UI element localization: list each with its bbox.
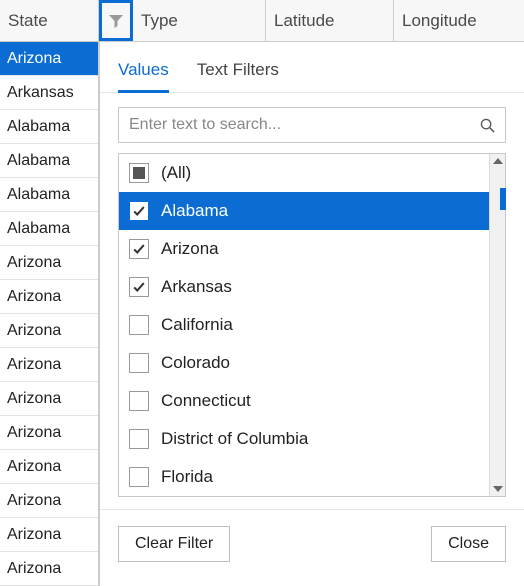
filter-tabs: Values Text Filters (100, 42, 524, 93)
table-row[interactable]: Arizona (0, 484, 98, 518)
table-row[interactable]: Arizona (0, 552, 98, 586)
filter-item[interactable]: Florida (119, 458, 489, 496)
checkbox[interactable] (129, 467, 149, 487)
table-row[interactable]: Arizona (0, 246, 98, 280)
filter-list: (All) Alabama Arizona Arkansas California Col… (118, 153, 506, 497)
filter-item[interactable]: Alabama (119, 192, 489, 230)
checkbox[interactable] (129, 277, 149, 297)
column-header-state[interactable]: State (0, 0, 99, 41)
filter-item-label: Colorado (161, 353, 230, 373)
table-row[interactable]: Alabama (0, 212, 98, 246)
filter-item-label: Arkansas (161, 277, 232, 297)
filter-item[interactable]: Arizona (119, 230, 489, 268)
close-button[interactable]: Close (431, 526, 506, 562)
filter-button[interactable] (99, 0, 133, 41)
filter-item[interactable]: Connecticut (119, 382, 489, 420)
table-row[interactable]: Arizona (0, 280, 98, 314)
checkbox[interactable] (129, 429, 149, 449)
table-row[interactable]: Arizona (0, 416, 98, 450)
filter-item-label: (All) (161, 163, 191, 183)
filter-item[interactable]: (All) (119, 154, 489, 192)
table-row[interactable]: Arizona (0, 314, 98, 348)
search-box (118, 107, 506, 143)
filter-item-label: Alabama (161, 201, 228, 221)
scroll-down-icon[interactable] (493, 486, 503, 492)
filter-item-label: District of Columbia (161, 429, 308, 449)
checkbox[interactable] (129, 391, 149, 411)
table-row[interactable]: Alabama (0, 178, 98, 212)
filter-item-label: Florida (161, 467, 213, 487)
checkbox[interactable] (129, 163, 149, 183)
column-header-longitude[interactable]: Longitude (394, 0, 524, 41)
filter-item[interactable]: Arkansas (119, 268, 489, 306)
table-row[interactable]: Alabama (0, 144, 98, 178)
column-header-latitude[interactable]: Latitude (266, 0, 394, 41)
table-row[interactable]: Arizona (0, 382, 98, 416)
scroll-marker (500, 188, 506, 210)
scroll-up-icon[interactable] (493, 158, 503, 164)
tab-values[interactable]: Values (118, 60, 169, 93)
table-row[interactable]: Arizona (0, 348, 98, 382)
checkbox[interactable] (129, 239, 149, 259)
filter-item-label: Arizona (161, 239, 219, 259)
filter-item[interactable]: California (119, 306, 489, 344)
table-row[interactable]: Arizona (0, 450, 98, 484)
table-row[interactable]: Arizona (0, 518, 98, 552)
column-header-type[interactable]: Type (133, 0, 266, 41)
filter-icon (108, 13, 124, 29)
filter-item-label: California (161, 315, 233, 335)
filter-item[interactable]: Colorado (119, 344, 489, 382)
search-icon (480, 118, 495, 133)
clear-filter-button[interactable]: Clear Filter (118, 526, 230, 562)
checkbox[interactable] (129, 353, 149, 373)
state-column: ArizonaArkansasAlabamaAlabamaAlabamaAlab… (0, 42, 99, 586)
filter-item[interactable]: District of Columbia (119, 420, 489, 458)
table-row[interactable]: Arizona (0, 42, 98, 76)
filter-footer: Clear Filter Close (100, 509, 524, 578)
table-row[interactable]: Alabama (0, 110, 98, 144)
checkbox[interactable] (129, 315, 149, 335)
checkbox[interactable] (129, 201, 149, 221)
search-input[interactable] (129, 116, 480, 134)
table-row[interactable]: Arkansas (0, 76, 98, 110)
filter-popup: Values Text Filters (All) Alabama Arizona A… (99, 42, 524, 586)
tab-text-filters[interactable]: Text Filters (197, 60, 279, 92)
column-headers: State Type Latitude Longitude (0, 0, 524, 42)
filter-item-label: Connecticut (161, 391, 251, 411)
